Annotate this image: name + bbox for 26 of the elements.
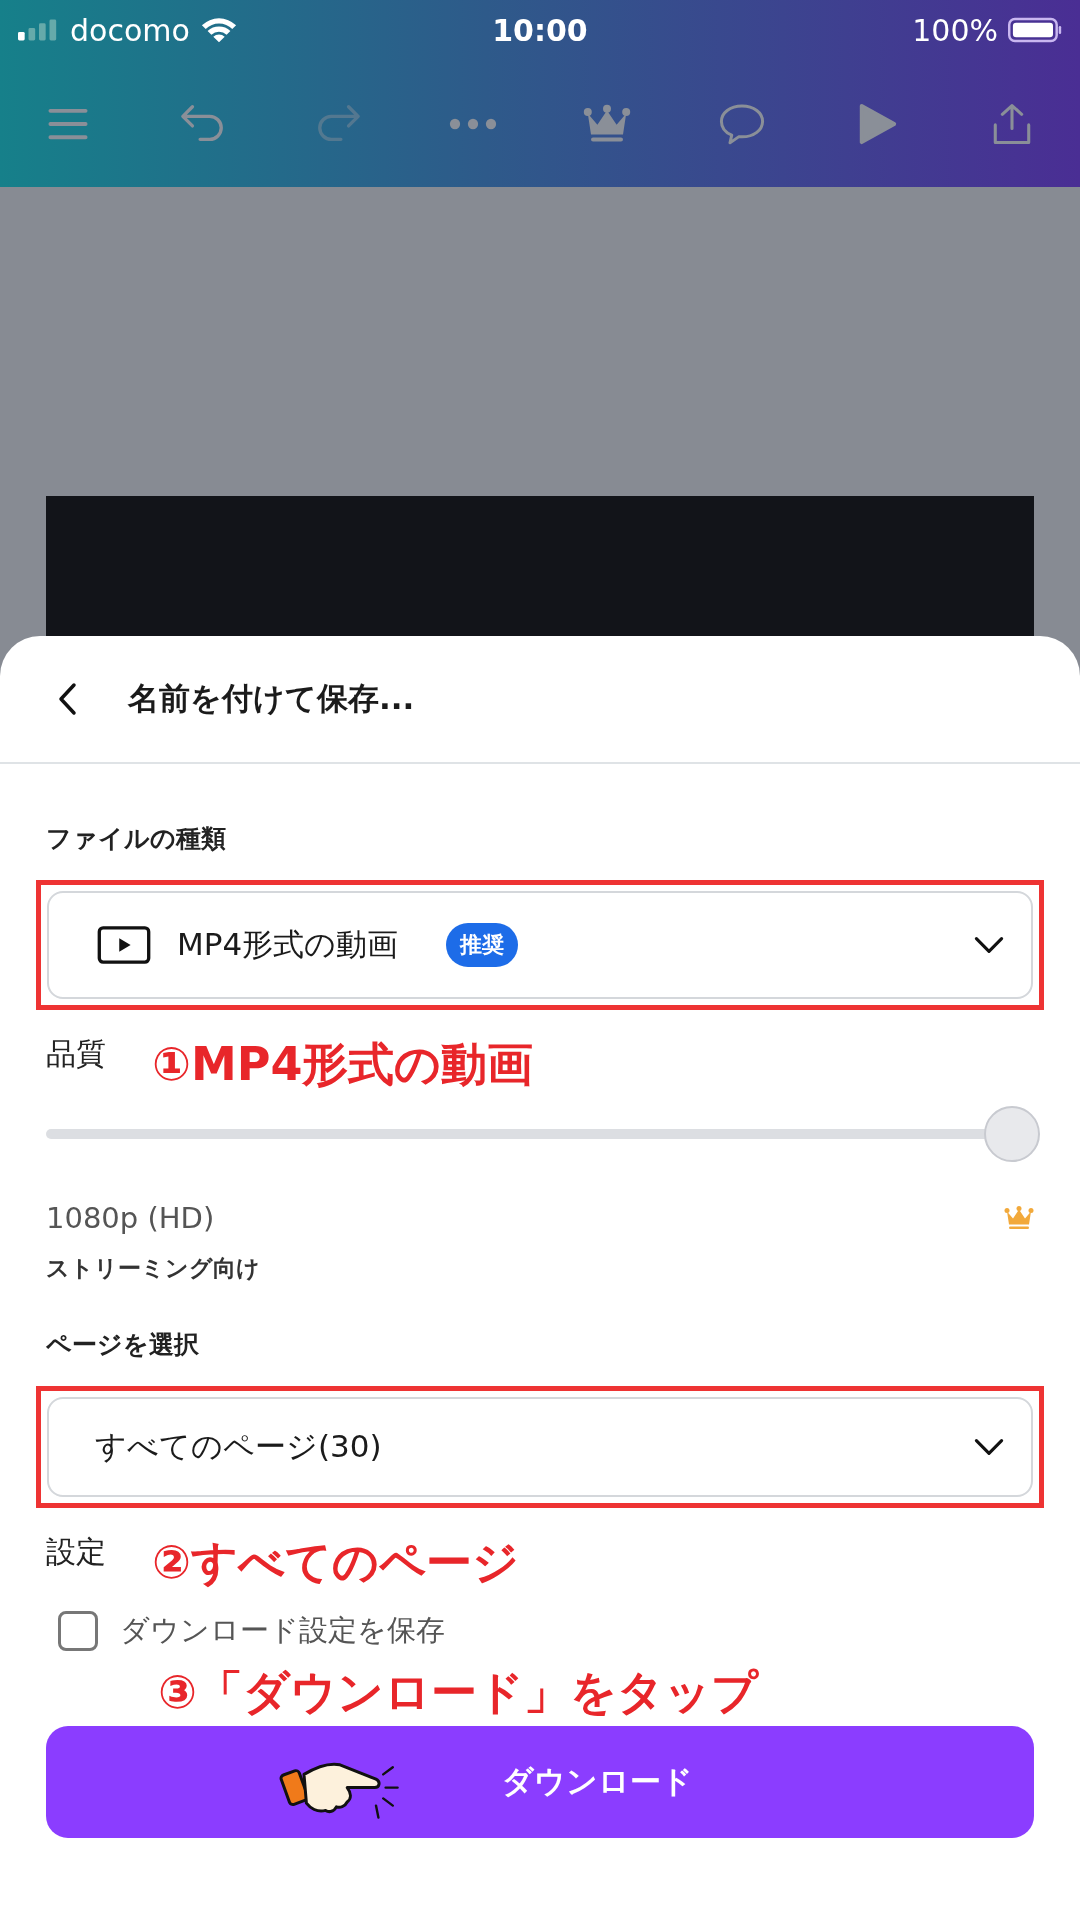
- chevron-down-icon: [973, 1438, 1005, 1456]
- quality-slider[interactable]: [46, 1106, 1040, 1162]
- crown-icon: [1004, 1205, 1034, 1231]
- section-label: ファイルの種類: [46, 823, 227, 855]
- resolution-text: 1080p (HD): [46, 1201, 215, 1235]
- back-icon[interactable]: [58, 682, 78, 716]
- pages-dropdown[interactable]: すべてのページ(30): [47, 1397, 1033, 1497]
- carrier-name: docomo: [70, 12, 190, 48]
- clock-time: 10:00: [492, 12, 588, 48]
- battery-percent: 100%: [912, 12, 998, 48]
- file-type-dropdown[interactable]: MP4形式の動画 推奨: [47, 891, 1033, 999]
- annotation-text: ①MP4形式の動画: [152, 1036, 534, 1093]
- quality-note: ストリーミング向け: [46, 1254, 261, 1283]
- section-label: 設定: [46, 1533, 106, 1571]
- checkbox-label: ダウンロード設定を保存: [120, 1612, 445, 1649]
- annotation-text: ②すべてのページ: [152, 1534, 519, 1591]
- section-label: ページを選択: [46, 1329, 200, 1361]
- battery-icon: [1008, 17, 1062, 43]
- checkbox[interactable]: [58, 1611, 98, 1651]
- recommended-badge: 推奨: [446, 923, 519, 967]
- video-icon: [97, 926, 151, 964]
- wifi-icon: [199, 15, 238, 45]
- chevron-down-icon: [973, 936, 1005, 954]
- section-label: 品質: [46, 1035, 106, 1073]
- sheet-title: 名前を付けて保存...: [128, 679, 415, 718]
- download-button[interactable]: ダウンロード: [46, 1726, 1034, 1838]
